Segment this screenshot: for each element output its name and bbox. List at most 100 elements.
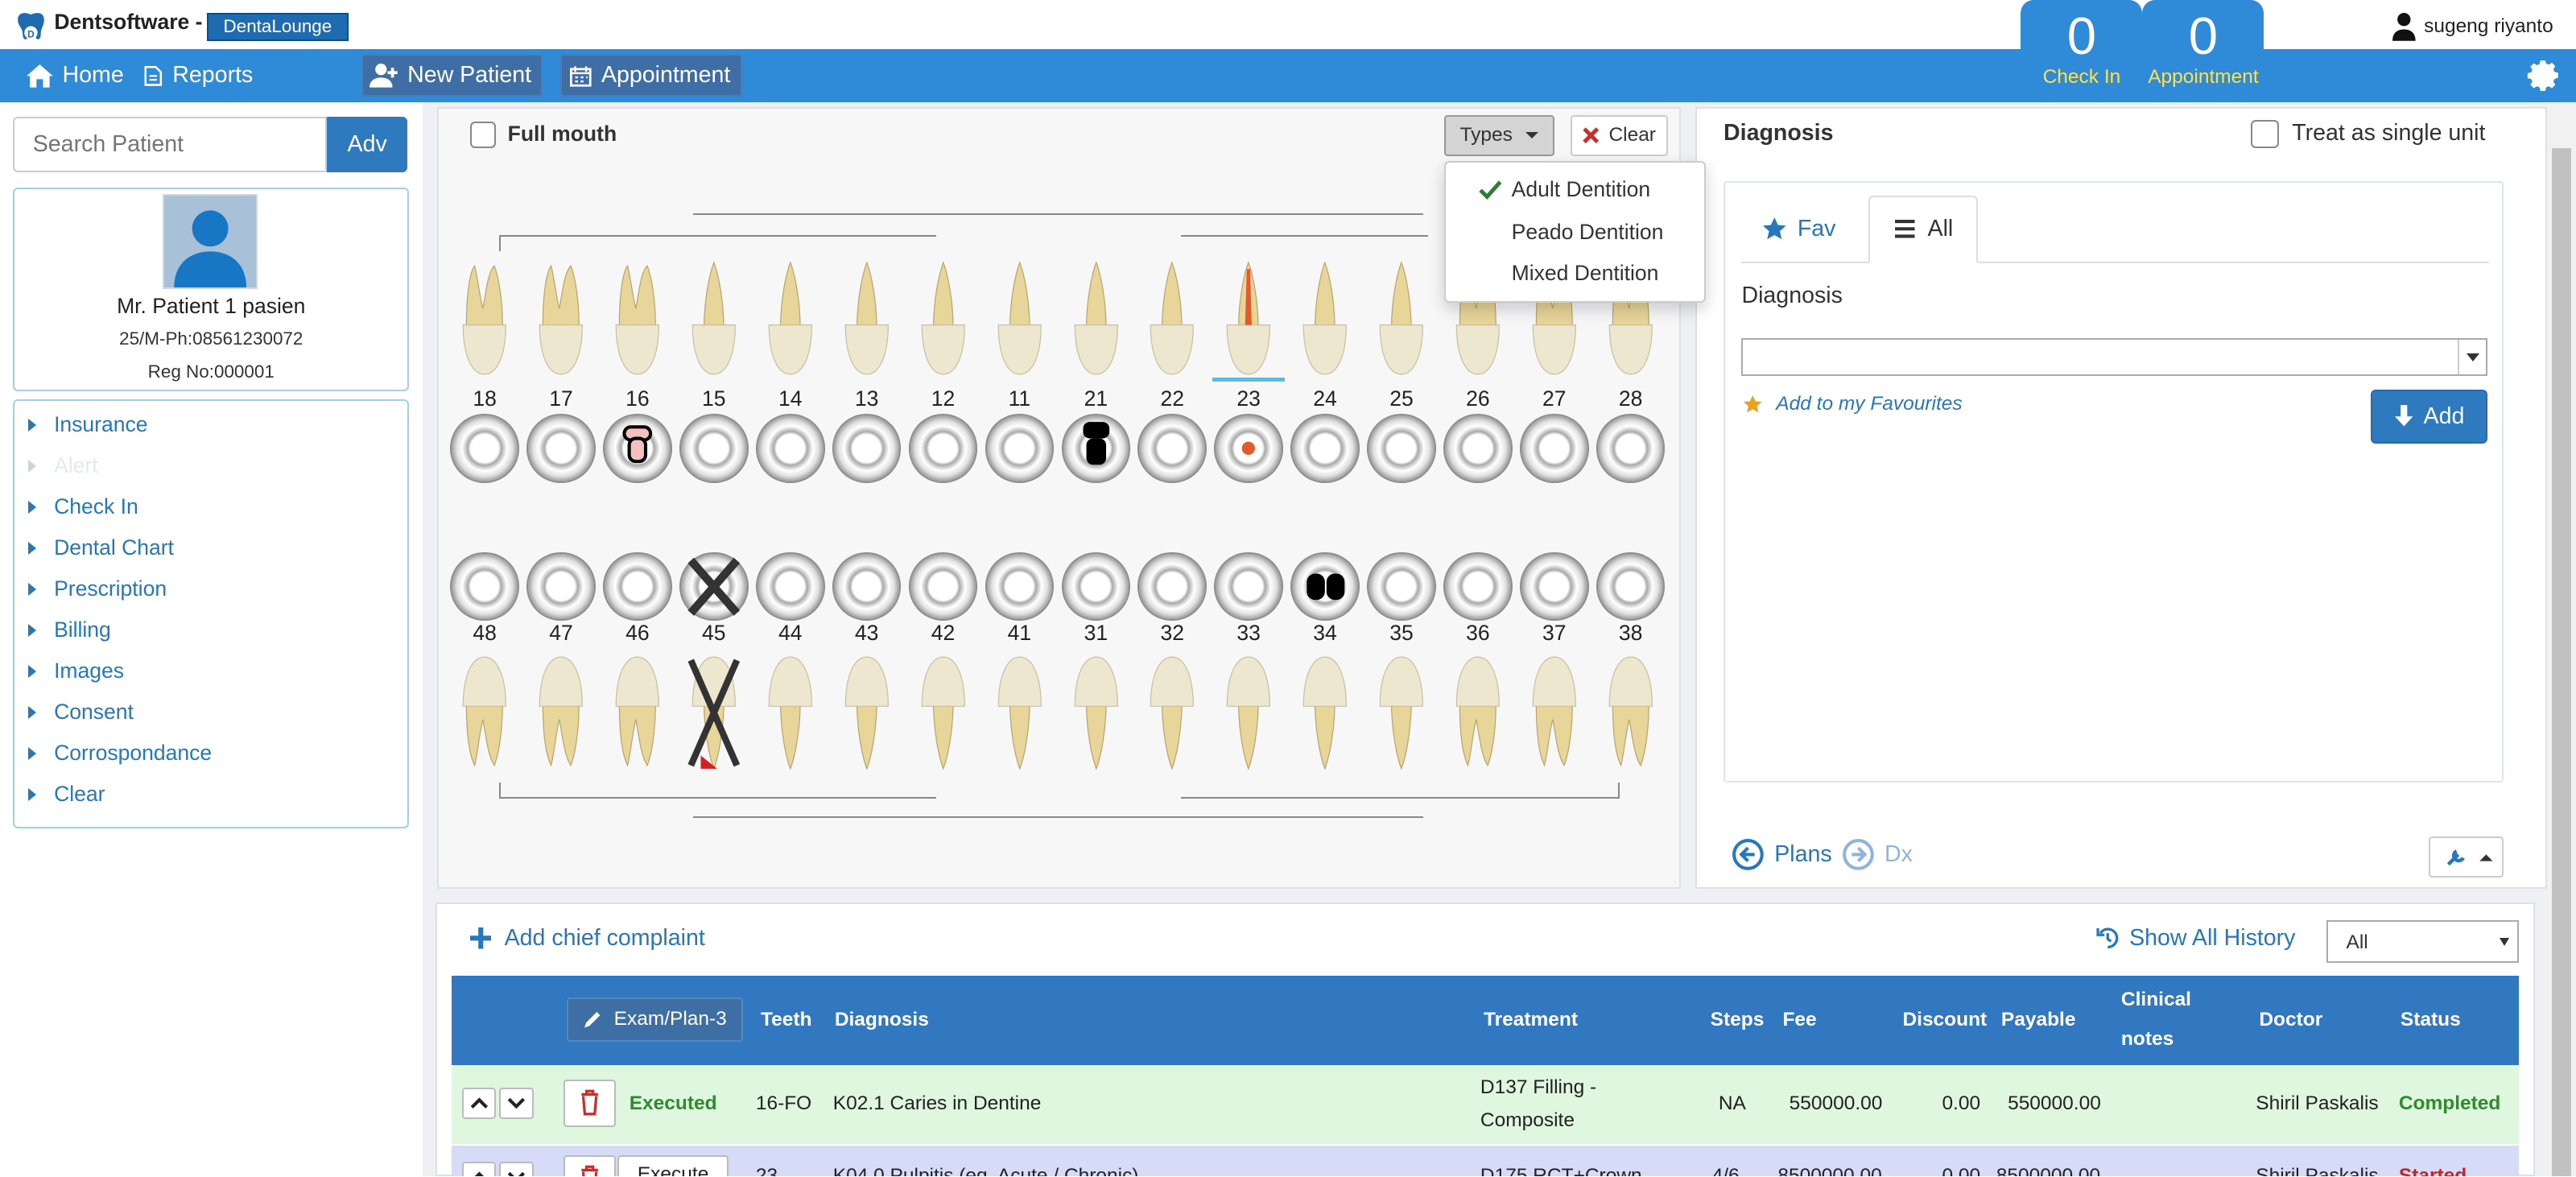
menu-images[interactable]: Images: [27, 659, 124, 683]
tooth-47[interactable]: [528, 654, 594, 778]
tooth-surface-17[interactable]: [528, 415, 594, 481]
tooth-number[interactable]: 13: [834, 386, 900, 411]
tooth-surface-33[interactable]: [1216, 553, 1282, 620]
tooth-33[interactable]: [1216, 654, 1282, 778]
add-chief-complaint[interactable]: Add chief complaint: [469, 925, 705, 952]
tooth-surface-41[interactable]: [986, 553, 1053, 620]
tooth-surface-42[interactable]: [910, 553, 976, 620]
menu-check-in[interactable]: Check In: [27, 494, 138, 519]
advanced-search-button[interactable]: Adv: [327, 116, 408, 173]
tooth-34[interactable]: [1292, 654, 1358, 778]
tooth-number[interactable]: 23: [1216, 386, 1282, 411]
exam-plan-button[interactable]: Exam/Plan-3: [567, 997, 743, 1042]
show-all-history[interactable]: Show All History: [2096, 925, 2295, 952]
tooth-surface-28[interactable]: [1597, 415, 1664, 481]
tooth-surface-46[interactable]: [605, 553, 671, 620]
tooth-surface-12[interactable]: [910, 415, 976, 481]
single-unit-checkbox[interactable]: [2251, 119, 2279, 148]
tooth-12[interactable]: [910, 259, 976, 384]
menu-clear[interactable]: Clear: [27, 782, 105, 807]
nav-home[interactable]: Home: [25, 49, 124, 101]
tooth-23[interactable]: [1216, 259, 1282, 384]
tooth-number[interactable]: 35: [1368, 621, 1435, 646]
tooth-number[interactable]: 43: [834, 621, 900, 646]
tooth-number[interactable]: 33: [1216, 621, 1282, 646]
tooth-surface-48[interactable]: [452, 553, 518, 620]
checkin-counter[interactable]: 0 Check In: [2021, 0, 2143, 96]
menu-prescription[interactable]: Prescription: [27, 576, 167, 601]
execute-button[interactable]: Execute: [617, 1154, 729, 1177]
types-dropdown-button[interactable]: Types: [1444, 114, 1554, 156]
dentition-peado[interactable]: Peado Dentition: [1512, 220, 1664, 245]
tooth-number[interactable]: 46: [605, 621, 671, 646]
tooth-13[interactable]: [834, 259, 900, 384]
tooth-surface-15[interactable]: [680, 415, 747, 481]
tooth-number[interactable]: 47: [528, 621, 594, 646]
tooth-32[interactable]: [1139, 654, 1205, 778]
tooth-36[interactable]: [1445, 654, 1511, 778]
tooth-surface-27[interactable]: [1521, 415, 1587, 481]
tooth-surface-47[interactable]: [528, 553, 594, 620]
tooth-surface-32[interactable]: [1139, 553, 1206, 620]
tooth-37[interactable]: [1521, 654, 1587, 778]
tooth-surface-45[interactable]: [680, 553, 747, 620]
plans-link[interactable]: Plans: [1774, 841, 1831, 868]
tooth-surface-26[interactable]: [1445, 415, 1511, 481]
tooth-number[interactable]: 24: [1292, 386, 1358, 411]
menu-corrospondance[interactable]: Corrospondance: [27, 741, 212, 766]
dx-link[interactable]: Dx: [1885, 841, 1913, 868]
tooth-15[interactable]: [681, 259, 747, 384]
delete-button[interactable]: [564, 1079, 617, 1128]
tooth-number[interactable]: 42: [910, 621, 976, 646]
move-up-button[interactable]: [461, 1088, 497, 1119]
diagnosis-select[interactable]: [1741, 338, 2488, 377]
tooth-surface-44[interactable]: [757, 553, 824, 620]
arrow-left-circle-icon[interactable]: [1732, 838, 1765, 871]
tooth-45[interactable]: [681, 654, 747, 778]
tooth-14[interactable]: [758, 259, 824, 384]
tools-dropdown-button[interactable]: [2428, 836, 2504, 878]
tooth-number[interactable]: 38: [1598, 621, 1664, 646]
tooth-surface-22[interactable]: [1139, 415, 1206, 481]
search-input[interactable]: [13, 116, 328, 173]
appointment-counter[interactable]: 0 Appointment: [2142, 0, 2264, 96]
appointment-button[interactable]: Appointment: [559, 54, 742, 97]
tooth-number[interactable]: 32: [1139, 621, 1205, 646]
full-mouth-checkbox[interactable]: [469, 122, 497, 148]
tooth-41[interactable]: [987, 654, 1053, 778]
row-action[interactable]: Executed: [630, 1092, 717, 1115]
tooth-21[interactable]: [1063, 259, 1129, 384]
tooth-46[interactable]: [605, 654, 671, 778]
tooth-surface-34[interactable]: [1292, 553, 1358, 620]
tooth-25[interactable]: [1368, 259, 1435, 384]
tooth-surface-18[interactable]: [452, 415, 518, 481]
tooth-surface-21[interactable]: [1063, 415, 1129, 481]
tooth-number[interactable]: 11: [987, 386, 1053, 411]
add-diagnosis-button[interactable]: Add: [2371, 389, 2488, 444]
move-up-button[interactable]: [461, 1161, 497, 1177]
tooth-number[interactable]: 26: [1445, 386, 1511, 411]
tooth-surface-23[interactable]: [1216, 415, 1282, 481]
menu-alert[interactable]: Alert: [27, 453, 98, 478]
add-favourite-link[interactable]: Add to my Favourites: [1743, 393, 1963, 415]
tooth-surface-16[interactable]: [605, 415, 671, 481]
delete-button[interactable]: [564, 1154, 617, 1177]
tooth-surface-14[interactable]: [757, 415, 824, 481]
tooth-number[interactable]: 12: [910, 386, 976, 411]
tooth-number[interactable]: 21: [1063, 386, 1129, 411]
new-patient-button[interactable]: New Patient: [361, 54, 543, 97]
tooth-44[interactable]: [758, 654, 824, 778]
arrow-right-circle-icon[interactable]: [1842, 838, 1875, 871]
menu-insurance[interactable]: Insurance: [27, 412, 148, 437]
dentition-adult[interactable]: Adult Dentition: [1512, 177, 1650, 202]
tooth-number[interactable]: 25: [1368, 386, 1435, 411]
tooth-43[interactable]: [834, 654, 900, 778]
scrollbar-thumb[interactable]: [2551, 147, 2572, 1177]
tooth-surface-37[interactable]: [1521, 553, 1587, 620]
tab-all[interactable]: All: [1868, 195, 1979, 263]
gear-icon[interactable]: [2527, 59, 2560, 92]
move-down-button[interactable]: [499, 1088, 535, 1119]
tooth-38[interactable]: [1598, 654, 1664, 778]
user-menu[interactable]: sugeng riyanto: [2391, 11, 2553, 42]
tooth-35[interactable]: [1368, 654, 1435, 778]
